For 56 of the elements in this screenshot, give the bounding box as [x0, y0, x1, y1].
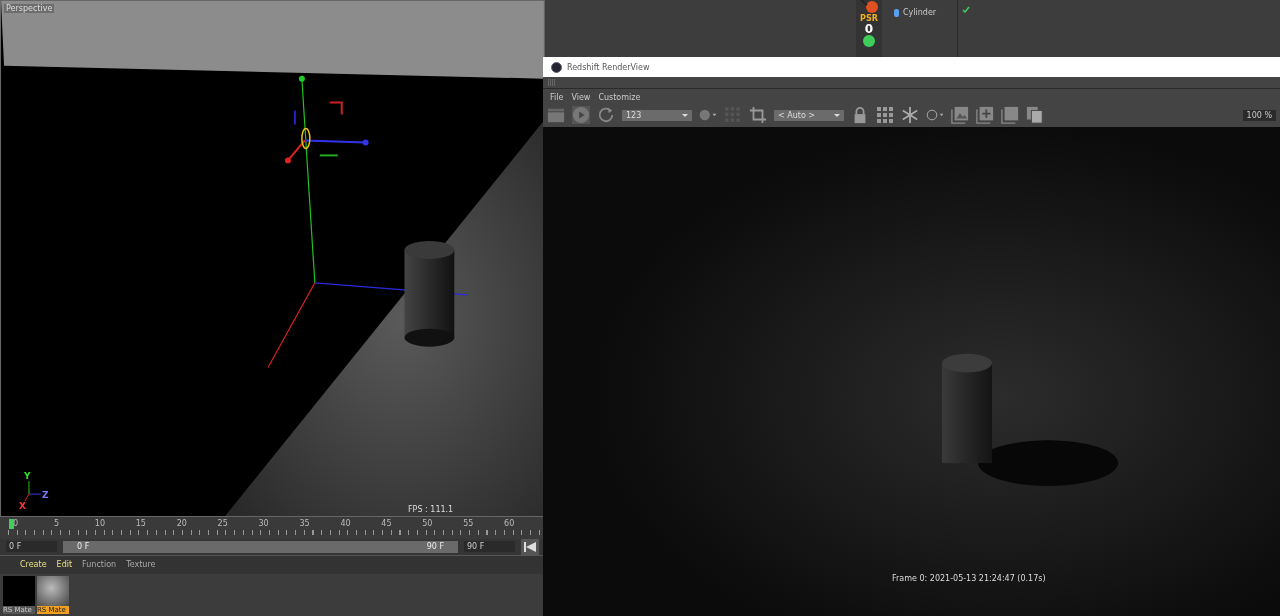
- playhead-marker[interactable]: [9, 519, 14, 529]
- window-title: Redshift RenderView: [567, 62, 650, 72]
- object-name[interactable]: Cylinder: [903, 8, 937, 17]
- copy-icon[interactable]: [1026, 106, 1044, 124]
- add-image-icon[interactable]: [976, 106, 994, 124]
- frame-number: 25: [217, 519, 229, 528]
- frame-range-slider[interactable]: 0 F 90 F: [63, 540, 458, 553]
- range-start-label: 0 F: [77, 542, 90, 552]
- app-logo-icon: [551, 61, 562, 73]
- checkmark-icon[interactable]: [962, 6, 970, 13]
- frame-number: 10: [94, 519, 107, 528]
- axis-label: Z: [42, 490, 49, 500]
- frame-number: 60: [504, 519, 516, 528]
- crop-icon[interactable]: [749, 106, 767, 124]
- menu-item[interactable]: Customize: [598, 93, 641, 102]
- psr-value: 0: [864, 23, 874, 35]
- frame-number: 45: [381, 519, 393, 528]
- empty-swatch: [3, 576, 35, 606]
- play-icon[interactable]: [572, 106, 590, 124]
- sphere-icon[interactable]: [863, 35, 875, 47]
- material-menu-item[interactable]: Edit: [56, 560, 73, 570]
- material-menu-item[interactable]: Texture: [126, 560, 156, 570]
- image-icon[interactable]: [951, 106, 969, 124]
- start-frame-field[interactable]: 0 F: [6, 541, 57, 553]
- viewport-title: Perspective: [4, 4, 55, 13]
- range-end-label: 90 F: [426, 542, 444, 552]
- frame-number: 50: [422, 519, 434, 528]
- psr-label: PSR: [860, 14, 878, 23]
- material-menu-item[interactable]: Function: [82, 560, 117, 570]
- end-frame-field[interactable]: 90 F: [464, 541, 515, 553]
- camera-dropdown[interactable]: < Auto >: [774, 109, 844, 121]
- grip-icon[interactable]: [548, 79, 556, 86]
- cylinder-icon: [894, 8, 899, 17]
- frame-number: 5: [53, 519, 60, 528]
- frame-number: 40: [340, 519, 352, 528]
- menu-item[interactable]: File: [550, 93, 564, 102]
- aov-dropdown[interactable]: 123: [622, 109, 692, 121]
- frame-number: 30: [258, 519, 270, 528]
- axis-label: X: [19, 501, 26, 511]
- grid-icon[interactable]: [876, 106, 894, 124]
- frame-number: 0: [13, 519, 20, 528]
- zoom-field[interactable]: 100 %: [1242, 109, 1276, 121]
- frame-number: 20: [176, 519, 188, 528]
- render-status-text: Frame 0: 2021-05-13 21:24:47 (0.17s): [892, 574, 1046, 583]
- refresh-icon[interactable]: [597, 106, 615, 124]
- menu-item[interactable]: View: [571, 93, 591, 102]
- fps-readout: FPS : 111.1: [408, 505, 454, 514]
- frame-number: 35: [299, 519, 311, 528]
- sphere-swatch: [37, 576, 69, 606]
- clapperboard-icon[interactable]: [547, 106, 565, 124]
- material-menu-item[interactable]: Create: [20, 560, 47, 570]
- snowflake-icon[interactable]: [901, 106, 919, 124]
- frame-number: 55: [463, 519, 475, 528]
- axis-label: Y: [24, 471, 31, 481]
- frame-number: 15: [135, 519, 147, 528]
- magnifier-icon[interactable]: [859, 0, 879, 14]
